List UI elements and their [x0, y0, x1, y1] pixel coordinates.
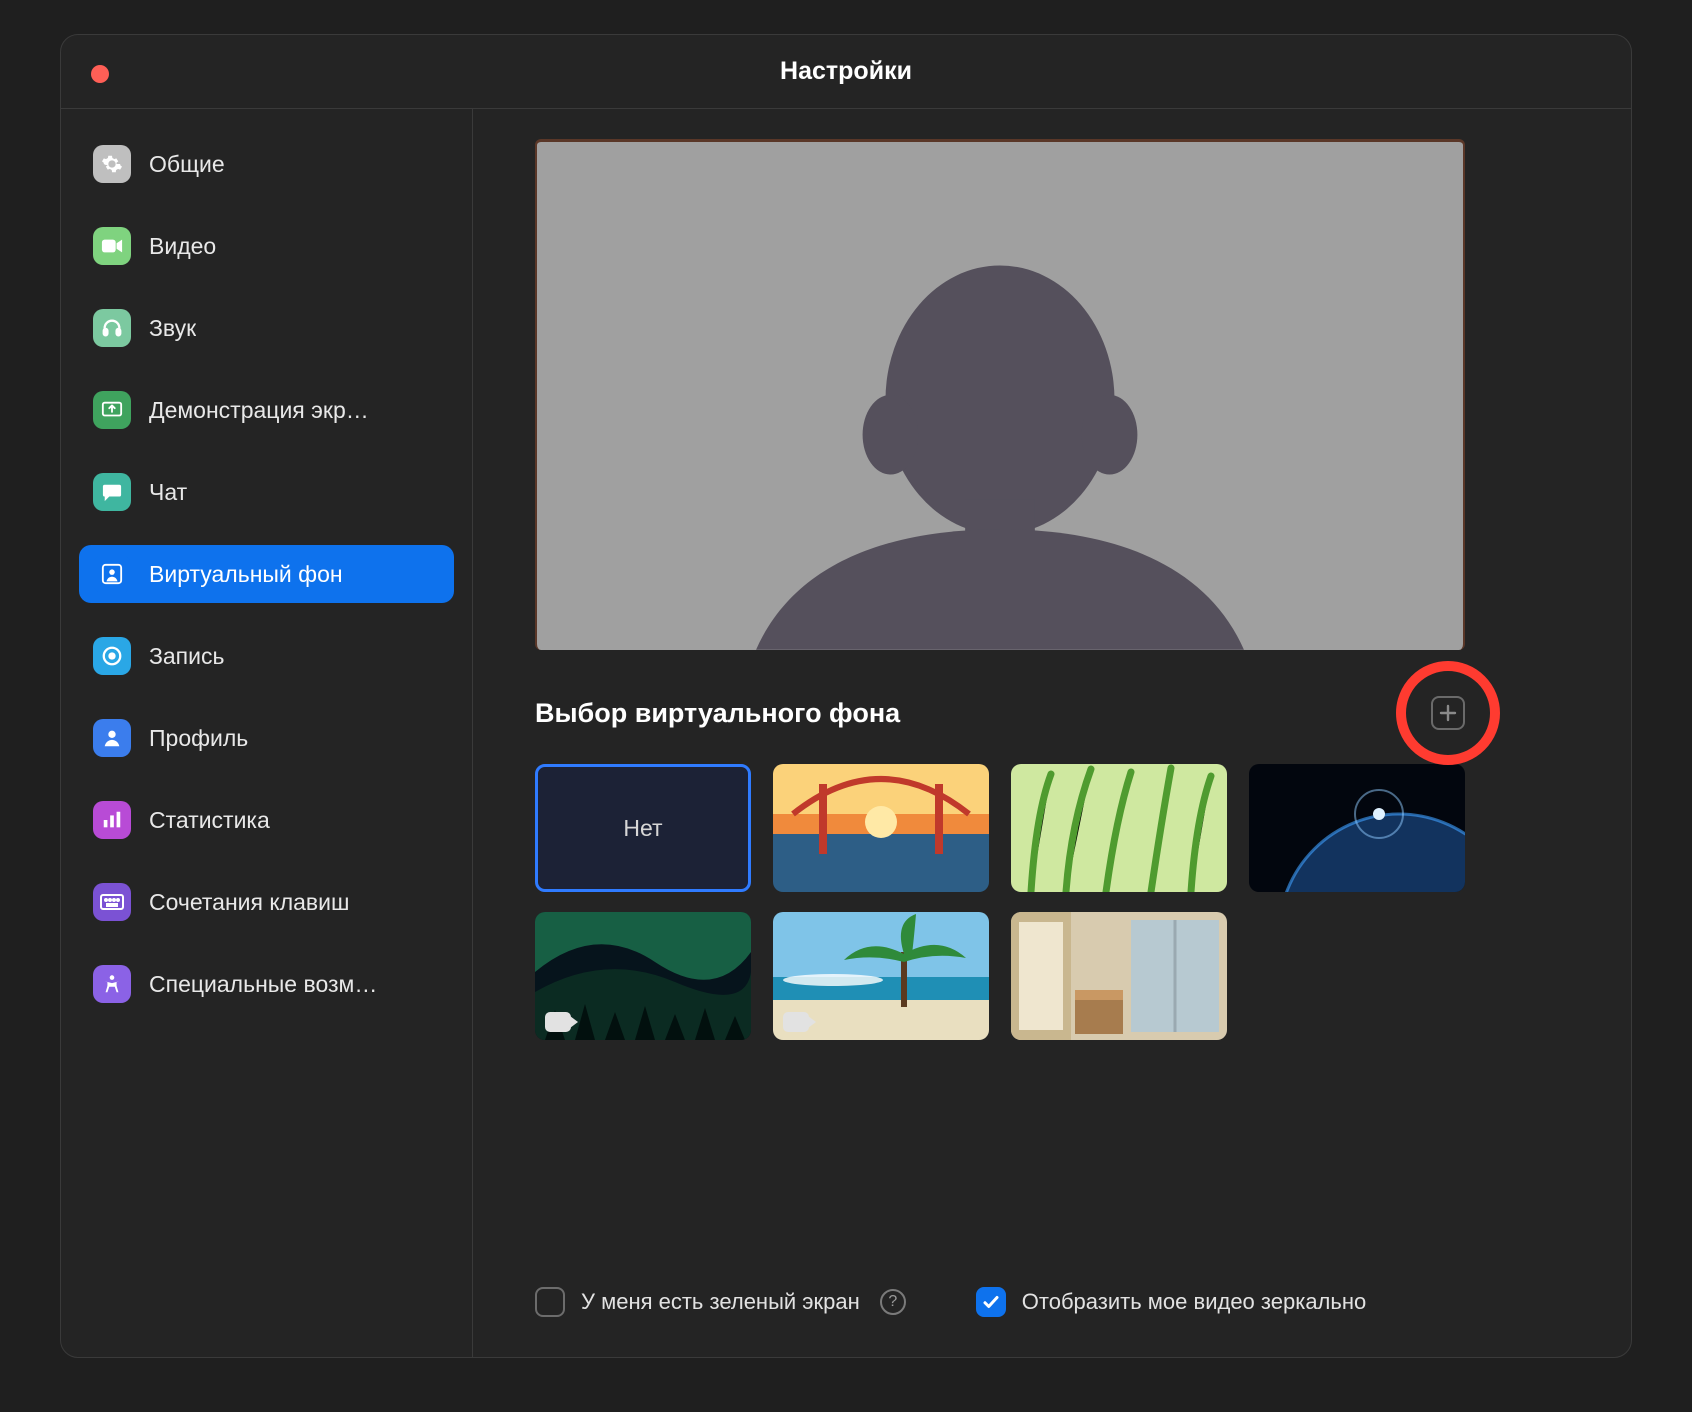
sidebar-item-stats[interactable]: Статистика: [79, 791, 454, 849]
close-window-button[interactable]: [91, 65, 109, 83]
accessibility-icon: [93, 965, 131, 1003]
record-icon: [93, 637, 131, 675]
background-option-earth[interactable]: [1249, 764, 1465, 892]
video-icon: [783, 1012, 809, 1032]
sidebar-item-label: Специальные возм…: [149, 971, 377, 998]
sidebar-item-label: Сочетания клавиш: [149, 889, 349, 916]
sidebar-item-label: Виртуальный фон: [149, 561, 343, 588]
green-screen-label: У меня есть зеленый экран: [581, 1289, 860, 1315]
footer-options: У меня есть зеленый экран ? Отобразить м…: [535, 1287, 1545, 1317]
sidebar-item-label: Видео: [149, 233, 216, 260]
keyboard-icon: [93, 883, 131, 921]
background-option-grass[interactable]: [1011, 764, 1227, 892]
video-preview: [535, 139, 1465, 650]
chat-icon: [93, 473, 131, 511]
sidebar-item-profile[interactable]: Профиль: [79, 709, 454, 767]
background-grid: Нет: [535, 764, 1561, 1040]
background-option-beach[interactable]: [773, 912, 989, 1040]
mirror-video-option[interactable]: Отобразить мое видео зеркально: [976, 1287, 1366, 1317]
sidebar-item-headphones[interactable]: Звук: [79, 299, 454, 357]
sidebar-item-label: Запись: [149, 643, 224, 670]
help-icon[interactable]: ?: [880, 1289, 906, 1315]
sidebar-item-accessibility[interactable]: Специальные возм…: [79, 955, 454, 1013]
background-option-none[interactable]: Нет: [535, 764, 751, 892]
gear-icon: [93, 145, 131, 183]
sidebar-item-label: Общие: [149, 151, 225, 178]
sidebar-item-person-bg[interactable]: Виртуальный фон: [79, 545, 454, 603]
section-title: Выбор виртуального фона: [535, 698, 900, 729]
background-option-room[interactable]: [1011, 912, 1227, 1040]
mirror-video-label: Отобразить мое видео зеркально: [1022, 1289, 1366, 1315]
sidebar-item-label: Демонстрация экр…: [149, 397, 369, 424]
headphones-icon: [93, 309, 131, 347]
sidebar-item-video[interactable]: Видео: [79, 217, 454, 275]
sidebar-item-label: Статистика: [149, 807, 270, 834]
green-screen-checkbox[interactable]: [535, 1287, 565, 1317]
share-icon: [93, 391, 131, 429]
profile-icon: [93, 719, 131, 757]
sidebar-item-label: Звук: [149, 315, 196, 342]
sidebar-item-gear[interactable]: Общие: [79, 135, 454, 193]
add-background-button[interactable]: [1431, 696, 1465, 730]
person-bg-icon: [93, 555, 131, 593]
none-label: Нет: [623, 815, 662, 842]
background-option-aurora[interactable]: [535, 912, 751, 1040]
stats-icon: [93, 801, 131, 839]
sidebar-item-share[interactable]: Демонстрация экр…: [79, 381, 454, 439]
window-title: Настройки: [780, 57, 912, 86]
sidebar-item-label: Чат: [149, 479, 187, 506]
sidebar-item-chat[interactable]: Чат: [79, 463, 454, 521]
mirror-video-checkbox[interactable]: [976, 1287, 1006, 1317]
plus-icon: [1439, 704, 1457, 722]
video-icon: [545, 1012, 571, 1032]
main-panel: Выбор виртуального фона Нет У меня есть …: [473, 109, 1631, 1357]
settings-window: Настройки Общие Видео Звук Демонстрация экр…: [60, 34, 1632, 1358]
sidebar-item-record[interactable]: Запись: [79, 627, 454, 685]
video-icon: [93, 227, 131, 265]
background-option-bridge[interactable]: [773, 764, 989, 892]
green-screen-option[interactable]: У меня есть зеленый экран ?: [535, 1287, 906, 1317]
sidebar-item-label: Профиль: [149, 725, 248, 752]
sidebar-item-keyboard[interactable]: Сочетания клавиш: [79, 873, 454, 931]
settings-sidebar: Общие Видео Звук Демонстрация экр… Чат Виртуа…: [61, 109, 473, 1357]
titlebar: Настройки: [61, 35, 1631, 109]
